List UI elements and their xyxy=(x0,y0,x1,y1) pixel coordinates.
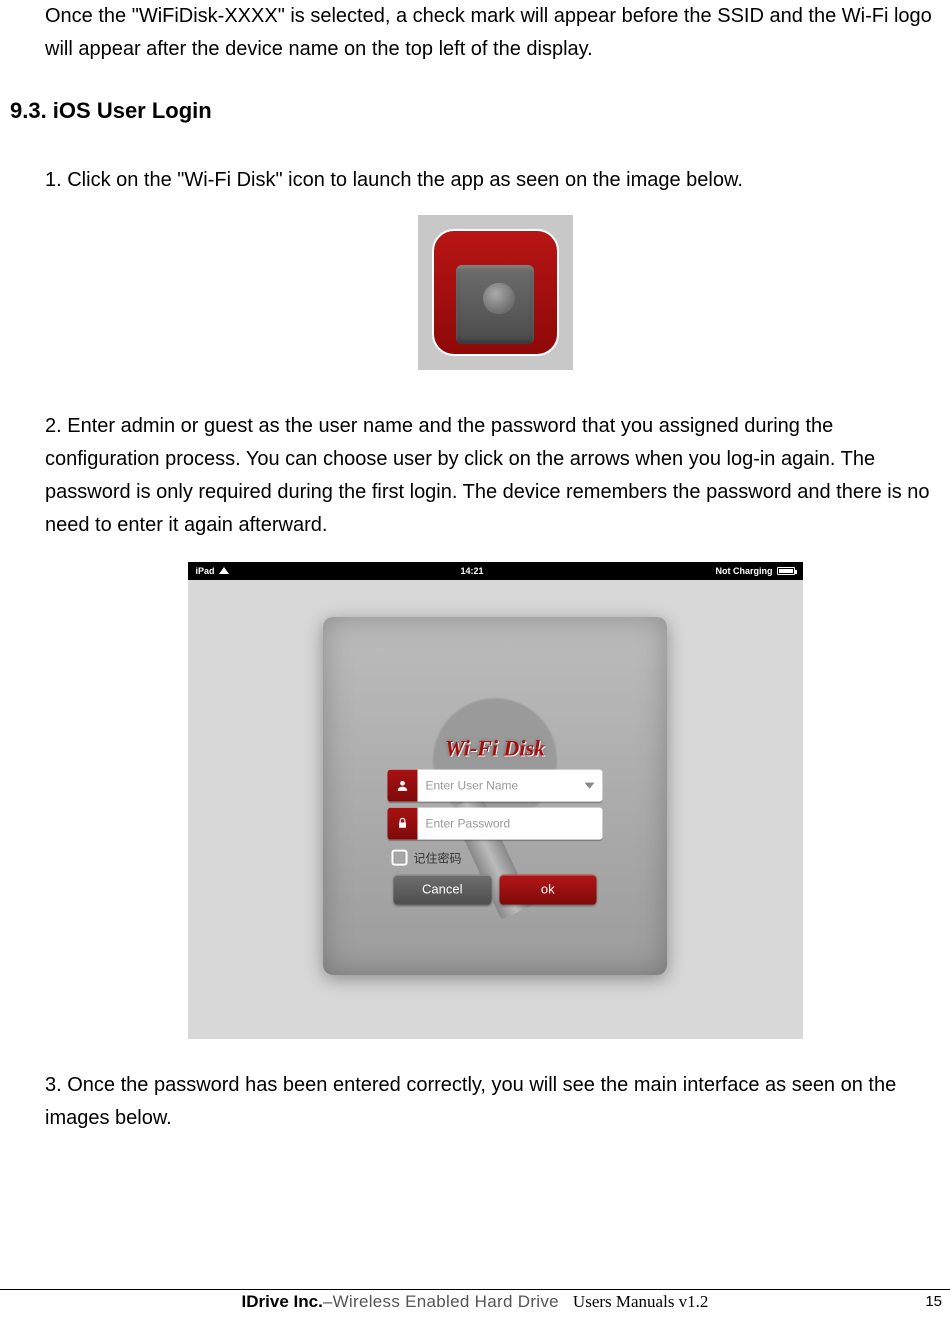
ok-button[interactable]: ok xyxy=(499,874,597,904)
remember-checkbox[interactable] xyxy=(392,850,408,866)
ipad-body: Wi-Fi Disk Enter User Name xyxy=(188,580,803,1039)
button-row: Cancel ok xyxy=(388,874,603,904)
footer-subtitle: –Wireless Enabled Hard Drive xyxy=(323,1292,559,1312)
hard-disk-icon xyxy=(456,265,535,344)
lock-icon xyxy=(388,807,418,839)
username-placeholder: Enter User Name xyxy=(426,778,519,792)
app-icon-figure: Wi-Fi Disk xyxy=(45,215,945,370)
battery-icon xyxy=(777,567,795,575)
step-2-text: 2. Enter admin or guest as the user name… xyxy=(45,410,945,542)
footer-company: IDrive Inc. xyxy=(242,1292,323,1312)
status-device-label: iPad xyxy=(196,566,215,576)
wifi-icon xyxy=(219,567,229,574)
page-footer: IDrive Inc. –Wireless Enabled Hard Drive… xyxy=(0,1289,950,1312)
intro-paragraph: Once the "WiFiDisk-XXXX" is selected, a … xyxy=(45,0,945,66)
chevron-down-icon[interactable] xyxy=(585,782,595,788)
status-time: 14:21 xyxy=(229,566,716,576)
cancel-button[interactable]: Cancel xyxy=(394,874,492,904)
step-3-text: 3. Once the password has been entered co… xyxy=(45,1069,945,1135)
username-input[interactable]: Enter User Name xyxy=(418,769,603,801)
ipad-frame: iPad 14:21 Not Charging Wi-Fi Disk xyxy=(188,562,803,1039)
password-placeholder: Enter Password xyxy=(426,816,511,830)
password-field-row[interactable]: Enter Password xyxy=(388,807,603,839)
wifi-disk-app-icon xyxy=(432,229,559,356)
password-input[interactable]: Enter Password xyxy=(418,807,603,839)
remember-label: 记住密码 xyxy=(414,849,462,866)
step-1-text: 1. Click on the "Wi-Fi Disk" icon to lau… xyxy=(45,164,945,197)
login-card: Wi-Fi Disk Enter User Name xyxy=(388,735,603,904)
status-charging-label: Not Charging xyxy=(716,566,773,576)
status-bar: iPad 14:21 Not Charging xyxy=(188,562,803,580)
username-field-row[interactable]: Enter User Name xyxy=(388,769,603,801)
remember-row[interactable]: 记住密码 xyxy=(388,845,603,874)
app-icon-label: Wi-Fi Disk xyxy=(418,380,573,394)
ipad-login-figure: iPad 14:21 Not Charging Wi-Fi Disk xyxy=(45,562,945,1039)
app-icon-background: Wi-Fi Disk xyxy=(418,215,573,370)
section-heading: 9.3. iOS User Login xyxy=(10,98,945,124)
footer-manual: Users Manuals v1.2 xyxy=(573,1292,709,1312)
login-logo-label: Wi-Fi Disk xyxy=(388,735,603,761)
user-icon xyxy=(388,769,418,801)
footer-page-number: 15 xyxy=(925,1293,942,1310)
